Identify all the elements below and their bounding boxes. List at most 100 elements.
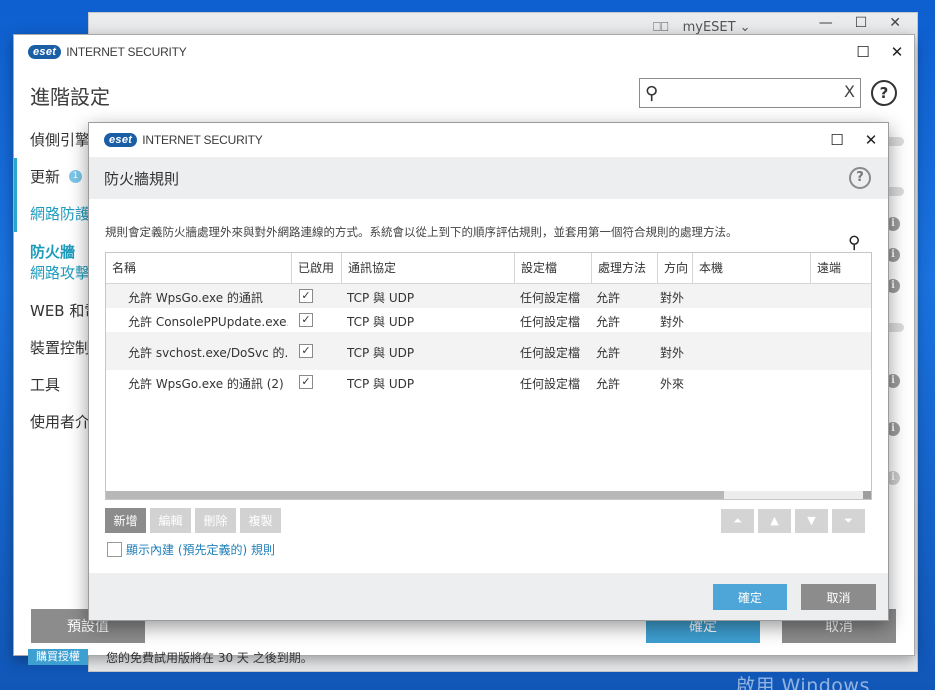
rule-enabled-checkbox[interactable]: ✓ (299, 375, 313, 389)
move-bottom-icon[interactable]: ⏷ (832, 509, 865, 533)
column-header-local[interactable]: 本機 (693, 253, 811, 284)
rule-action: 允許 (596, 315, 621, 329)
dialog-close-button[interactable]: ✕ (854, 131, 888, 149)
scrollbar-thumb[interactable] (106, 491, 724, 499)
show-builtin-rules-option[interactable]: 顯示內建 (預先定義的) 規則 (107, 541, 275, 558)
dialog-header: 防火牆規則 ? (89, 157, 888, 199)
clear-search-button[interactable]: X (844, 82, 855, 101)
dialog-titlebar: eset INTERNET SECURITY ☐ ✕ (89, 123, 888, 157)
rule-direction: 對外 (660, 315, 685, 329)
rule-protocol: TCP 與 UDP (347, 315, 415, 329)
sidebar-item-detection-engine[interactable]: 偵側引擎 (14, 121, 94, 158)
rule-name: 允許 WpsGo.exe 的通訊 (128, 291, 263, 305)
eset-logo-badge: eset (28, 45, 62, 59)
rule-action: 允許 (596, 291, 621, 305)
column-header-action[interactable]: 處理方法 (592, 253, 658, 284)
page-title: 進階設定 (30, 85, 110, 109)
table-row[interactable]: 允許 WpsGo.exe 的通訊 ✓ TCP 與 UDP 任何設定檔 允許 對外 (106, 284, 871, 308)
sidebar-item-web[interactable]: WEB 和電 (14, 292, 94, 329)
table-row[interactable]: 允許 svchost.exe/DoSvc 的... ✓ TCP 與 UDP 任何… (106, 332, 871, 370)
move-up-icon[interactable]: ▲ (758, 509, 791, 533)
help-button[interactable]: ? (871, 80, 897, 106)
column-header-remote[interactable]: 遠端 (811, 253, 871, 284)
sidebar-item-update[interactable]: 更新 1 (14, 158, 94, 195)
dialog-title: 防火牆規則 (104, 170, 180, 188)
rule-order-buttons: ⏶ ▲ ▼ ⏷ (721, 509, 865, 533)
column-header-name[interactable]: 名稱 (106, 253, 292, 284)
rule-direction: 對外 (660, 291, 685, 305)
show-builtin-rules-checkbox[interactable] (107, 542, 122, 557)
chevron-down-icon[interactable]: ⌄ (740, 20, 751, 35)
rule-name: 允許 svchost.exe/DoSvc 的... (128, 346, 288, 360)
table-header: 名稱 已啟用 通訊協定 設定檔 處理方法 方向 本機 遠端 (106, 253, 871, 284)
column-header-profile[interactable]: 設定檔 (515, 253, 592, 284)
rule-direction: 外來 (660, 377, 685, 391)
activate-windows-watermark: 啟用 Windows (736, 675, 870, 690)
eset-logo-badge: eset (104, 133, 138, 147)
background-minimize-button[interactable]: — (819, 15, 833, 31)
rule-profile: 任何設定檔 (520, 291, 581, 305)
rules-table: 名稱 已啟用 通訊協定 設定檔 處理方法 方向 本機 遠端 允許 WpsGo.e… (105, 252, 872, 500)
sidebar-subgroup: 防火牆 網路攻擊 (14, 232, 94, 292)
product-name: INTERNET SECURITY (142, 133, 263, 147)
dialog-maximize-button[interactable]: ☐ (820, 131, 854, 149)
product-name: INTERNET SECURITY (66, 45, 187, 59)
settings-search-box[interactable]: ⚲ X (639, 78, 861, 108)
main-titlebar: eset INTERNET SECURITY ☐ ✕ (14, 35, 914, 69)
rule-protocol: TCP 與 UDP (347, 291, 415, 305)
settings-sidebar: 偵側引擎 更新 1 網路防護 防火牆 網路攻擊 WEB 和電 裝置控制 工具 使用… (14, 121, 94, 440)
rule-name: 允許 ConsolePPUpdate.exe... (128, 315, 288, 329)
rule-protocol: TCP 與 UDP (347, 346, 415, 360)
background-maximize-button[interactable]: ☐ (855, 15, 868, 31)
sidebar-item-device-control[interactable]: 裝置控制 (14, 329, 94, 366)
search-icon: ⚲ (645, 83, 659, 104)
table-row[interactable]: 允許 ConsolePPUpdate.exe... ✓ TCP 與 UDP 任何… (106, 308, 871, 332)
move-top-icon[interactable]: ⏶ (721, 509, 754, 533)
dialog-footer: 確定 取消 (89, 573, 888, 620)
scrollbar-end[interactable] (863, 491, 871, 499)
firewall-rules-dialog: eset INTERNET SECURITY ☐ ✕ 防火牆規則 ? 規則會定義… (88, 122, 889, 621)
show-builtin-rules-label[interactable]: 顯示內建 (預先定義的) 規則 (126, 541, 275, 558)
rule-profile: 任何設定檔 (520, 346, 581, 360)
rule-profile: 任何設定檔 (520, 315, 581, 329)
sidebar-item-firewall[interactable]: 防火牆 (30, 241, 75, 262)
delete-rule-button[interactable]: 刪除 (195, 508, 236, 533)
rule-enabled-checkbox[interactable]: ✓ (299, 313, 313, 327)
rule-profile: 任何設定檔 (520, 377, 581, 391)
sidebar-item-network-attack[interactable]: 網路攻擊 (30, 262, 90, 283)
add-rule-button[interactable]: 新增 (105, 508, 146, 533)
rule-action-buttons: 新增 編輯 刪除 複製 (105, 508, 281, 533)
rule-action: 允許 (596, 377, 621, 391)
sidebar-item-tools[interactable]: 工具 (14, 366, 94, 403)
rule-enabled-checkbox[interactable]: ✓ (299, 344, 313, 358)
search-icon[interactable]: ⚲ (848, 233, 860, 253)
buy-license-button[interactable]: 購買授權 (28, 649, 88, 665)
myeset-label[interactable]: myESET (683, 20, 736, 35)
column-header-direction[interactable]: 方向 (658, 253, 693, 284)
move-down-icon[interactable]: ▼ (795, 509, 828, 533)
rule-enabled-checkbox[interactable]: ✓ (299, 289, 313, 303)
main-close-button[interactable]: ✕ (880, 43, 914, 61)
myeset-icon[interactable]: ⎕⎕ (653, 20, 669, 35)
background-close-button[interactable]: ✕ (889, 15, 901, 31)
dialog-help-button[interactable]: ? (849, 167, 871, 189)
rule-name: 允許 WpsGo.exe 的通訊 (2) (128, 377, 284, 391)
rule-direction: 對外 (660, 346, 685, 360)
sidebar-item-network-protection[interactable]: 網路防護 (14, 195, 94, 232)
rule-protocol: TCP 與 UDP (347, 377, 415, 391)
settings-search-input[interactable] (668, 83, 833, 103)
dialog-ok-button[interactable]: 確定 (713, 584, 787, 610)
table-row[interactable]: 允許 WpsGo.exe 的通訊 (2) ✓ TCP 與 UDP 任何設定檔 允… (106, 370, 871, 394)
trial-expiry-text: 您的免費試用版將在 30 天 之後到期。 (106, 651, 313, 665)
dialog-cancel-button[interactable]: 取消 (801, 584, 876, 610)
horizontal-scrollbar[interactable] (106, 491, 871, 499)
eset-logo: eset INTERNET SECURITY (104, 133, 263, 147)
dialog-description: 規則會定義防火牆處理外來與對外網路連線的方式。系統會以從上到下的順序評估規則，並… (105, 225, 738, 239)
main-maximize-button[interactable]: ☐ (846, 43, 880, 61)
copy-rule-button[interactable]: 複製 (240, 508, 281, 533)
edit-rule-button[interactable]: 編輯 (150, 508, 191, 533)
update-count-badge: 1 (69, 170, 83, 183)
column-header-protocol[interactable]: 通訊協定 (342, 253, 515, 284)
column-header-enabled[interactable]: 已啟用 (292, 253, 342, 284)
sidebar-item-user-interface[interactable]: 使用者介 (14, 403, 94, 440)
